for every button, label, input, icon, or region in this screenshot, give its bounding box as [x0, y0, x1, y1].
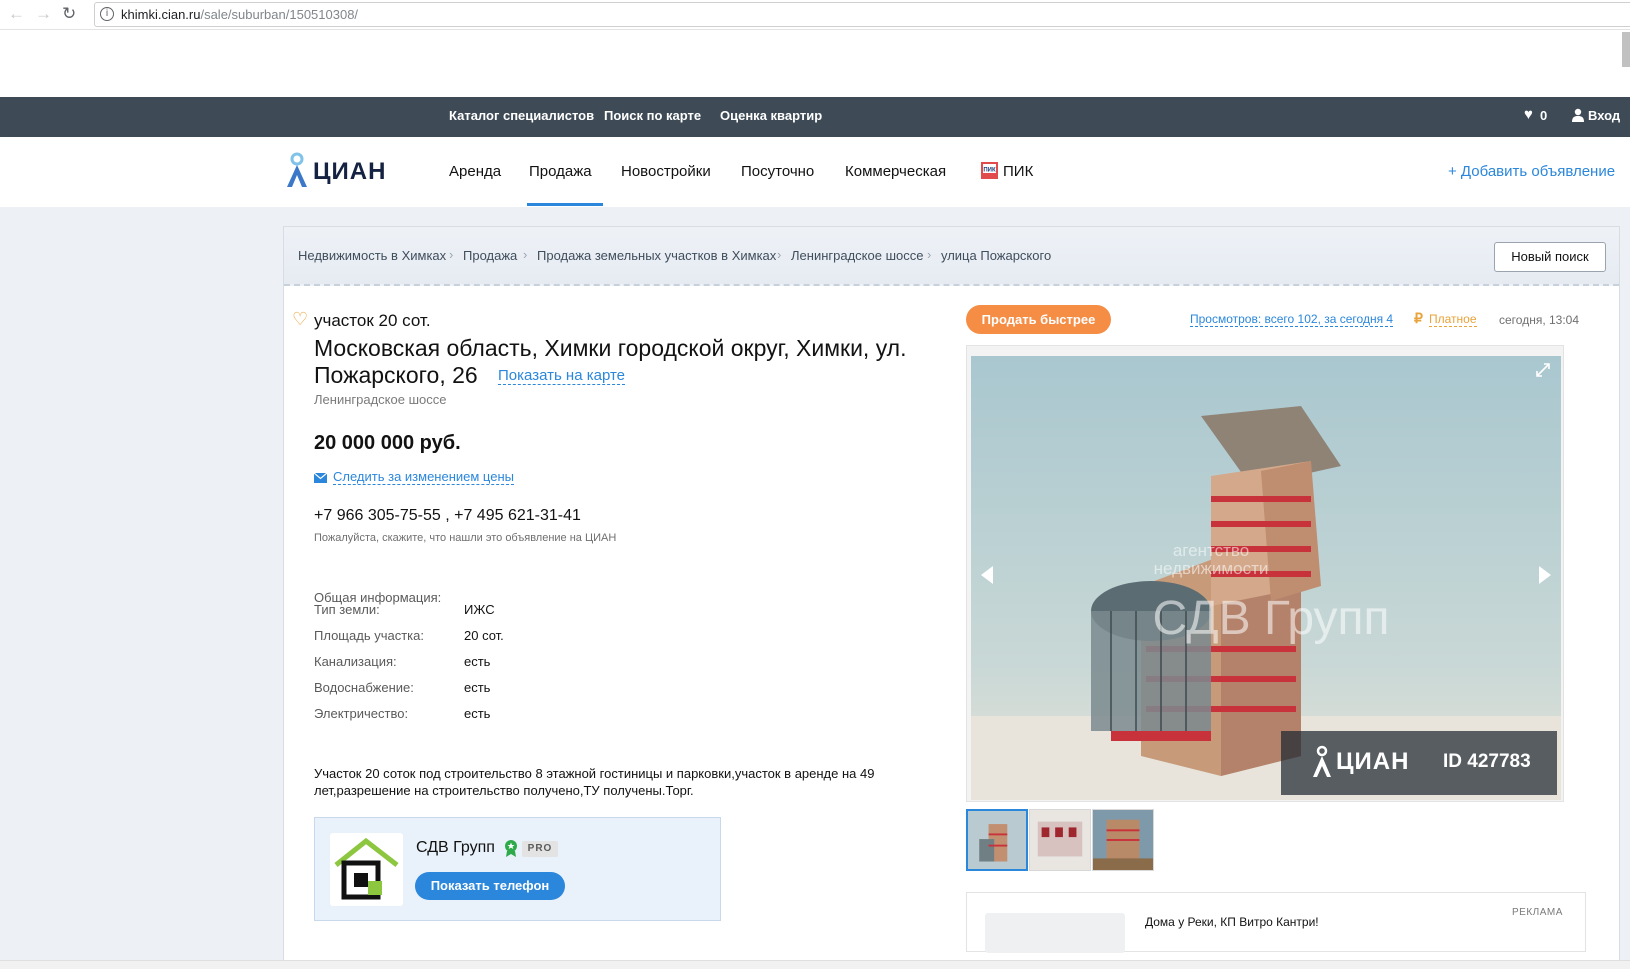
photo-id-plate: ЦИАН ID 427783: [1281, 731, 1557, 795]
highway-label[interactable]: Ленинградское шоссе: [314, 392, 446, 407]
breadcrumb-item[interactable]: Недвижимость в Химках: [298, 248, 446, 263]
url-path: /sale/suburban/150510308/: [200, 7, 359, 22]
address-line-1: Московская область, Химки городской окру…: [314, 335, 907, 361]
user-icon[interactable]: [1572, 108, 1584, 122]
nav-rent[interactable]: Аренда: [449, 163, 501, 180]
url-text: khimki.cian.ru/sale/suburban/150510308/: [121, 7, 358, 22]
gallery-thumbnail[interactable]: [1029, 809, 1091, 871]
topbar-link-valuation[interactable]: Оценка квартир: [720, 108, 822, 123]
svg-text:недвижимости: недвижимости: [1154, 559, 1269, 578]
address-bar[interactable]: i khimki.cian.ru/sale/suburban/150510308…: [94, 2, 1630, 27]
new-search-button[interactable]: Новый поиск: [1494, 242, 1606, 272]
breadcrumb-separator-icon: ›: [927, 247, 932, 262]
login-link[interactable]: Вход: [1588, 108, 1620, 123]
ad-thumbnail[interactable]: [985, 913, 1125, 953]
site-header: ЦИАН Аренда Продажа Новостройки Посуточн…: [0, 137, 1630, 207]
breadcrumb-item[interactable]: Ленинградское шоссе: [791, 248, 923, 263]
expand-icon[interactable]: [1535, 362, 1551, 378]
sell-faster-button[interactable]: Продать быстрее: [966, 305, 1111, 334]
topbar-link-map-search[interactable]: Поиск по карте: [604, 108, 701, 123]
listing-price: 20 000 000 руб.: [314, 432, 461, 454]
favorite-heart-icon[interactable]: ♡: [292, 309, 308, 330]
agent-name[interactable]: СДВ Групп: [416, 839, 495, 857]
breadcrumb-item[interactable]: Продажа: [463, 248, 517, 263]
info-value: есть: [464, 654, 491, 669]
horizontal-scrollbar[interactable]: [0, 960, 1630, 969]
phone-numbers[interactable]: +7 966 305-75-55 , +7 495 621-31-41: [314, 507, 581, 525]
info-label: Площадь участка:: [314, 628, 424, 643]
ad-title[interactable]: Дома у Реки, КП Витро Кантри!: [1145, 915, 1319, 929]
agent-card: СДВ Групп PRO Показать телефон: [314, 817, 721, 921]
nav-active-indicator: [527, 203, 603, 206]
agent-logo-icon[interactable]: [330, 833, 403, 906]
pro-badge: PRO: [522, 841, 558, 857]
svg-text:агентство: агентство: [1173, 541, 1249, 560]
verified-badge-icon: [505, 840, 517, 857]
photo-id: ID 427783: [1443, 751, 1531, 772]
cian-logo-icon[interactable]: [283, 151, 311, 189]
show-phone-button[interactable]: Показать телефон: [415, 872, 565, 900]
reload-icon[interactable]: ↻: [62, 4, 76, 24]
listing-description: Участок 20 соток под строительство 8 эта…: [314, 766, 875, 798]
object-type: участок 20 сот.: [314, 311, 431, 330]
scrollbar[interactable]: [1622, 32, 1630, 67]
info-value: 20 сот.: [464, 628, 504, 643]
nav-commercial[interactable]: Коммерческая: [845, 163, 946, 180]
top-bar: Каталог специалистов Поиск по карте Оцен…: [0, 97, 1630, 137]
back-icon[interactable]: ←: [8, 4, 25, 24]
paid-label[interactable]: Платное: [1429, 312, 1477, 327]
info-value: ИЖС: [464, 602, 495, 617]
url-host: khimki.cian.ru: [121, 7, 201, 22]
nav-daily[interactable]: Посуточно: [741, 163, 814, 180]
breadcrumb-item[interactable]: Продажа земельных участков в Химках: [537, 248, 776, 263]
ruble-icon: ₽: [1414, 310, 1423, 326]
nav-new-buildings[interactable]: Новостройки: [621, 163, 711, 180]
arrow-next-icon[interactable]: [1537, 564, 1553, 586]
info-label: Водоснабжение:: [314, 680, 414, 695]
phones-note: Пожалуйста, скажите, что нашли это объяв…: [314, 532, 617, 544]
topbar-link-specialists[interactable]: Каталог специалистов: [449, 108, 594, 123]
arrow-prev-icon[interactable]: [979, 564, 995, 586]
info-label: Тип земли:: [314, 602, 380, 617]
mail-icon: [314, 473, 327, 483]
ad-block[interactable]: Дома у Реки, КП Витро Кантри! РЕКЛАМА: [966, 892, 1586, 953]
follow-price-link[interactable]: Следить за изменением цены: [333, 469, 514, 485]
favorites-count[interactable]: 0: [1540, 108, 1547, 123]
publish-date: сегодня, 13:04: [1499, 313, 1580, 327]
svg-text:СДВ Групп: СДВ Групп: [1153, 592, 1390, 645]
svg-text:ПИК: ПИК: [983, 168, 996, 174]
views-counter[interactable]: Просмотров: всего 102, за сегодня 4: [1190, 312, 1394, 327]
info-label: Канализация:: [314, 654, 397, 669]
photo-gallery: СДВ Групп агентство недвижимости ЦИАН ID…: [966, 345, 1564, 802]
logo-text[interactable]: ЦИАН: [313, 158, 386, 186]
breadcrumb: Недвижимость в Химках › Продажа › Продаж…: [284, 227, 1619, 286]
nav-pik[interactable]: ПИК: [1003, 163, 1033, 180]
breadcrumb-item[interactable]: улица Пожарского: [941, 248, 1051, 263]
info-label: Электричество:: [314, 706, 409, 721]
gallery-thumbnail[interactable]: [966, 809, 1028, 871]
cian-watermark-icon: [1313, 745, 1331, 777]
browser-toolbar: ← → ↻ i khimki.cian.ru/sale/suburban/150…: [0, 0, 1630, 30]
info-value: есть: [464, 680, 491, 695]
breadcrumb-separator-icon: ›: [777, 247, 782, 262]
pik-icon: ПИК: [981, 162, 998, 179]
ad-label: РЕКЛАМА: [1512, 907, 1563, 918]
watermark-logo-text: ЦИАН: [1336, 748, 1410, 775]
listing-card: Недвижимость в Химках › Продажа › Продаж…: [283, 226, 1620, 969]
add-listing-link[interactable]: + Добавить объявление: [1448, 163, 1615, 180]
nav-sale[interactable]: Продажа: [529, 163, 592, 180]
heart-icon[interactable]: ♥: [1524, 106, 1538, 123]
info-value: есть: [464, 706, 491, 721]
forward-icon[interactable]: →: [35, 4, 52, 24]
breadcrumb-separator-icon: ›: [449, 247, 454, 262]
breadcrumb-separator-icon: ›: [523, 247, 528, 262]
gallery-thumbnail[interactable]: [1092, 809, 1154, 871]
info-icon[interactable]: i: [100, 7, 114, 21]
show-on-map-link[interactable]: Показать на карте: [498, 367, 626, 385]
